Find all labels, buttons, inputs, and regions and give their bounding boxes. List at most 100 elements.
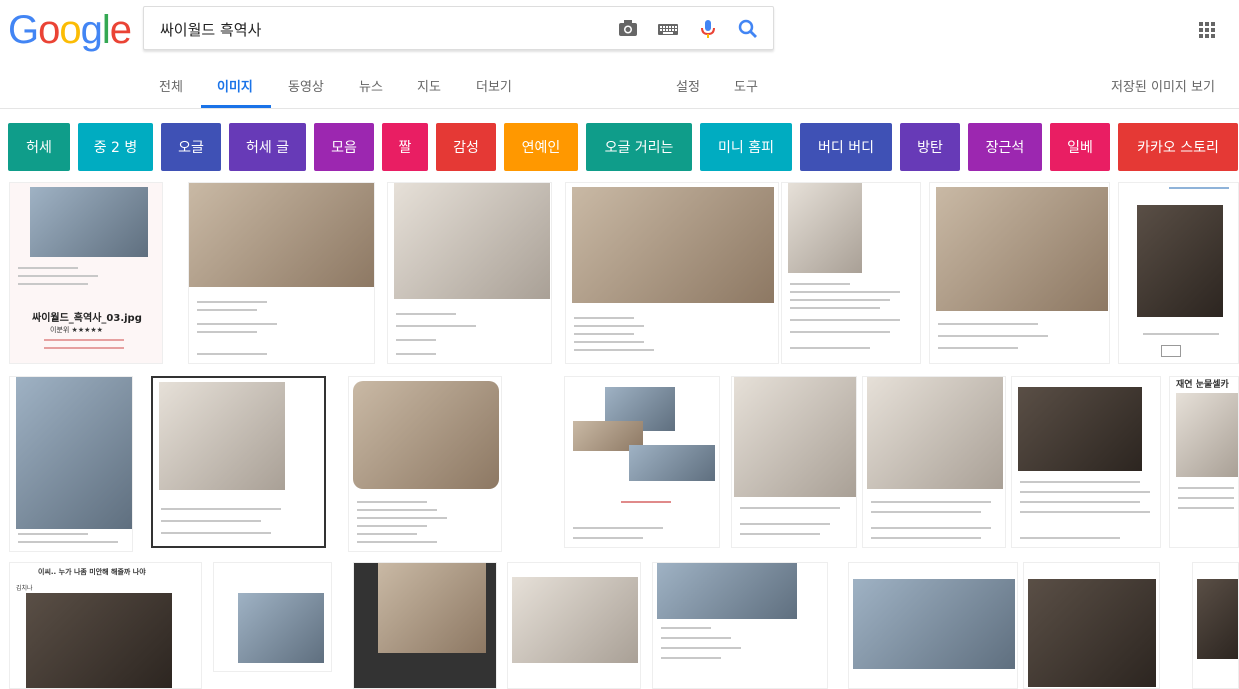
thumbnail-photo bbox=[16, 377, 132, 529]
image-result[interactable] bbox=[188, 182, 375, 364]
tab-news[interactable]: 뉴스 bbox=[359, 76, 383, 95]
text-line bbox=[938, 347, 1018, 349]
google-logo[interactable]: Google bbox=[8, 8, 132, 53]
image-result[interactable] bbox=[348, 376, 502, 552]
chip-1[interactable]: 중 2 병 bbox=[78, 123, 153, 171]
chip-4[interactable]: 모음 bbox=[314, 123, 374, 171]
image-result[interactable] bbox=[848, 562, 1018, 689]
text-line bbox=[357, 533, 417, 535]
image-result[interactable] bbox=[862, 376, 1006, 548]
text-line bbox=[790, 291, 900, 293]
text-line bbox=[197, 323, 277, 325]
image-result[interactable]: 재연 눈물셀카 bbox=[1169, 376, 1239, 548]
text-line bbox=[574, 349, 654, 351]
chip-5[interactable]: 짤 bbox=[382, 123, 428, 171]
thumbnail-photo bbox=[30, 187, 148, 257]
chip-12[interactable]: 장근석 bbox=[968, 123, 1042, 171]
thumbnail-photo bbox=[936, 187, 1108, 311]
image-rating: 이분위 ★★★★★ bbox=[50, 326, 103, 334]
text-line bbox=[357, 525, 427, 527]
apps-grid-icon[interactable] bbox=[1199, 22, 1215, 38]
text-line bbox=[18, 267, 78, 269]
camera-icon[interactable] bbox=[616, 18, 640, 40]
tab-videos[interactable]: 동영상 bbox=[288, 76, 324, 95]
text-line bbox=[1178, 487, 1234, 489]
chip-8[interactable]: 오글 거리는 bbox=[586, 123, 692, 171]
thumbnail-photo bbox=[26, 593, 172, 688]
microphone-icon[interactable] bbox=[696, 18, 720, 40]
chip-3[interactable]: 허세 글 bbox=[229, 123, 306, 171]
chip-7[interactable]: 연예인 bbox=[504, 123, 578, 171]
image-result[interactable]: 이씨.. 누가 나좀 미안해 해줄까 나야 김치나 bbox=[9, 562, 202, 689]
chip-9[interactable]: 미니 홈피 bbox=[700, 123, 792, 171]
text-line bbox=[871, 501, 991, 503]
image-result[interactable] bbox=[1023, 562, 1160, 689]
text-line bbox=[938, 323, 1038, 325]
text-line bbox=[1020, 481, 1140, 483]
text-line bbox=[871, 537, 981, 539]
text-line bbox=[1020, 491, 1150, 493]
thumbnail-photo bbox=[572, 187, 774, 303]
keyboard-icon[interactable] bbox=[656, 18, 680, 40]
text-line bbox=[1020, 501, 1140, 503]
text-line bbox=[396, 353, 436, 355]
tab-tools[interactable]: 도구 bbox=[734, 76, 758, 95]
nav-divider bbox=[0, 108, 1239, 109]
image-result[interactable] bbox=[1118, 182, 1239, 364]
image-result[interactable] bbox=[387, 182, 552, 364]
chip-14[interactable]: 카카오 스토리 bbox=[1118, 123, 1238, 171]
text-line bbox=[396, 313, 456, 315]
thumbnail-photo bbox=[189, 183, 374, 287]
search-icon[interactable] bbox=[736, 18, 760, 40]
image-caption: 싸이월드_흑역사_03.jpg bbox=[32, 313, 142, 324]
image-result[interactable] bbox=[929, 182, 1110, 364]
chip-0[interactable]: 허세 bbox=[8, 123, 70, 171]
tab-maps[interactable]: 지도 bbox=[417, 76, 441, 95]
text-line bbox=[44, 339, 124, 341]
thumbnail-photo bbox=[853, 579, 1015, 669]
image-result[interactable] bbox=[9, 376, 133, 552]
search-box bbox=[143, 6, 774, 50]
tab-settings[interactable]: 설정 bbox=[676, 76, 700, 95]
image-result[interactable] bbox=[731, 376, 857, 548]
image-title: 이씨.. 누가 나좀 미안해 해줄까 나야 bbox=[38, 568, 146, 576]
image-result[interactable] bbox=[565, 182, 779, 364]
thumbnail-photo bbox=[238, 593, 324, 663]
text-line bbox=[1178, 497, 1234, 499]
text-line bbox=[871, 511, 981, 513]
tab-images[interactable]: 이미지 bbox=[217, 76, 253, 95]
image-result[interactable] bbox=[507, 562, 641, 689]
text-line bbox=[357, 541, 437, 543]
saved-images-link[interactable]: 저장된 이미지 보기 bbox=[1111, 76, 1215, 95]
text-line bbox=[161, 520, 261, 522]
image-result[interactable] bbox=[564, 376, 720, 548]
thumbnail-photo bbox=[629, 445, 715, 481]
image-result[interactable] bbox=[1192, 562, 1239, 689]
chip-11[interactable]: 방탄 bbox=[900, 123, 960, 171]
text-line bbox=[740, 533, 820, 535]
chip-6[interactable]: 감성 bbox=[436, 123, 496, 171]
text-line bbox=[938, 335, 1048, 337]
image-username: 김치나 bbox=[16, 585, 33, 592]
text-line bbox=[18, 283, 88, 285]
chip-13[interactable]: 일베 bbox=[1050, 123, 1110, 171]
text-line bbox=[357, 501, 427, 503]
image-result[interactable] bbox=[781, 182, 921, 364]
image-result[interactable] bbox=[213, 562, 332, 672]
image-result[interactable] bbox=[652, 562, 828, 689]
text-line bbox=[573, 527, 663, 529]
text-line bbox=[1169, 187, 1229, 189]
thumbnail-photo bbox=[657, 563, 797, 619]
search-input[interactable] bbox=[158, 17, 592, 41]
text-line bbox=[790, 347, 870, 349]
tab-all[interactable]: 전체 bbox=[159, 76, 183, 95]
chip-2[interactable]: 오글 bbox=[161, 123, 221, 171]
tab-more[interactable]: 더보기 bbox=[476, 76, 512, 95]
text-line bbox=[574, 333, 634, 335]
image-result[interactable]: 싸이월드_흑역사_03.jpg 이분위 ★★★★★ bbox=[9, 182, 163, 364]
chip-10[interactable]: 버디 버디 bbox=[800, 123, 892, 171]
image-result[interactable] bbox=[353, 562, 497, 689]
image-result[interactable] bbox=[1011, 376, 1161, 548]
image-result[interactable] bbox=[151, 376, 326, 548]
text-line bbox=[740, 523, 830, 525]
